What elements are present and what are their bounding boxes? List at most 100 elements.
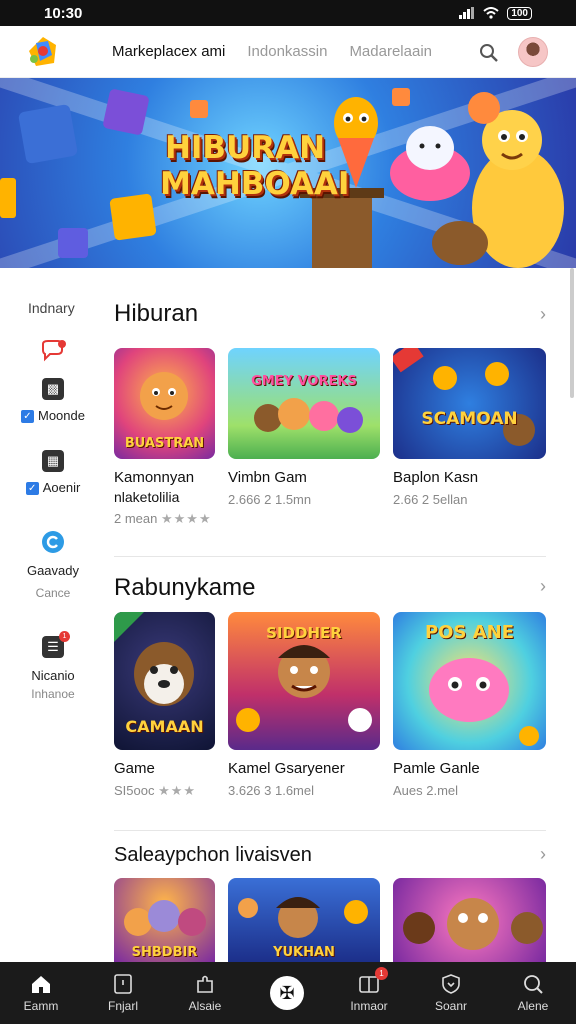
- card-meta-text: SI5ooc: [114, 783, 155, 798]
- center-action-icon[interactable]: ✠: [270, 976, 304, 1010]
- home-icon: [32, 976, 50, 993]
- game-card[interactable]: YUKHAN: [228, 878, 380, 962]
- thumbnail-label: SIDDHER: [266, 624, 342, 642]
- bottom-nav-label: Fnjarl: [107, 999, 138, 1013]
- status-icons: 100: [459, 6, 532, 20]
- chat-bubble-icon: [42, 340, 66, 362]
- game-card[interactable]: SIDDHER Kamel Gsaryener 3.626 3 1.6mel: [228, 612, 380, 798]
- section-title: Rabunykame: [114, 574, 256, 601]
- sidebar-item-nicanio[interactable]: ☰ 1 Nicanio Inhanoe: [0, 631, 106, 701]
- game-thumbnail[interactable]: [393, 878, 546, 962]
- nav-tab-indonkassin[interactable]: Indonkassin: [247, 43, 327, 60]
- card-title: Vimbn Gam: [228, 469, 307, 486]
- sidebar-item-moonde[interactable]: ▩ ✓ Moonde: [0, 378, 106, 424]
- game-thumbnail[interactable]: GMEY VOREKS: [228, 348, 380, 459]
- card-title: Kamel Gsaryener: [228, 760, 345, 777]
- sidebar-item-sublabel: Inhanoe: [31, 687, 75, 701]
- bottom-nav-home[interactable]: Eamm: [0, 962, 82, 1024]
- notification-badge: 1: [59, 631, 70, 642]
- thumbnail-label: YUKHAN: [273, 945, 335, 960]
- section-divider: [114, 556, 546, 557]
- thumbnail-label: SCAMOAN: [421, 409, 518, 429]
- card-subtitle: nlaketolilia: [114, 489, 180, 505]
- search-icon: [524, 975, 543, 994]
- status-time: 10:30: [44, 4, 83, 22]
- character-illustration: [254, 398, 363, 433]
- sidebar-item-chat[interactable]: [0, 340, 106, 365]
- shield-icon: [442, 974, 460, 994]
- card-meta: 2.666 2 1.5mn: [228, 492, 312, 507]
- chevron-right-icon[interactable]: ›: [540, 844, 546, 865]
- card-meta: 3.626 3 1.6mel: [228, 783, 315, 798]
- app-logo-icon[interactable]: [26, 35, 60, 69]
- game-thumbnail[interactable]: YUKHAN: [228, 878, 380, 962]
- game-card[interactable]: SCAMOAN Baplon Kasn 2.66 2 5ellan: [393, 348, 546, 507]
- bottom-nav-saved[interactable]: Soanr: [410, 962, 492, 1024]
- sidebar-item-aoenir[interactable]: ▦ ✓ Aoenir: [0, 450, 106, 496]
- sidebar-item-label: Moonde: [38, 408, 85, 423]
- bottom-nav-inbox[interactable]: 1 Inmaor: [328, 962, 410, 1024]
- game-thumbnail[interactable]: BUASTRAN: [114, 348, 215, 459]
- user-avatar[interactable]: [518, 37, 548, 67]
- section-title: Hiburan: [114, 300, 199, 327]
- card-icon: [114, 974, 132, 994]
- bottom-nav-label: Soanr: [434, 999, 468, 1013]
- notification-badge: 1: [375, 967, 388, 980]
- game-thumbnail[interactable]: SCAMOAN: [393, 348, 546, 459]
- sidebar-item-label: Gaavady: [26, 563, 80, 578]
- bag-icon: ▩: [42, 378, 64, 400]
- card-meta-text: 2 mean: [114, 511, 158, 526]
- bottom-nav-center[interactable]: ✠: [246, 962, 328, 1024]
- game-card[interactable]: BUASTRAN Kamonnyan nlaketolilia 2 mean ★…: [114, 348, 215, 527]
- game-thumbnail[interactable]: SIDDHER: [228, 612, 380, 750]
- chevron-right-icon[interactable]: ›: [540, 576, 546, 597]
- signal-icon: [459, 7, 475, 19]
- game-card[interactable]: CAMAAN Game SI5ooc ★★★: [114, 612, 215, 799]
- chevron-right-icon[interactable]: ›: [540, 304, 546, 325]
- game-thumbnail[interactable]: CAMAAN: [114, 612, 215, 750]
- rating-stars-icon: ★★★: [158, 783, 197, 798]
- game-card[interactable]: GMEY VOREKS Vimbn Gam 2.666 2 1.5mn: [228, 348, 380, 507]
- game-thumbnail[interactable]: SHBDBIR: [114, 878, 215, 962]
- thumbnail-label: POS ANE: [424, 622, 514, 643]
- game-card[interactable]: POS ANE Pamle Ganle Aues 2.mel: [393, 612, 546, 798]
- game-card[interactable]: [393, 878, 546, 962]
- card-title: Pamle Ganle: [393, 760, 480, 777]
- bottom-nav-label: Alene: [517, 999, 549, 1013]
- thumbnail-label: CAMAAN: [125, 717, 204, 736]
- card-title: Game: [114, 760, 155, 777]
- bottom-nav-games[interactable]: Alsaie: [164, 962, 246, 1024]
- character-illustration: [403, 898, 543, 950]
- card-meta: 2 mean ★★★★: [114, 511, 215, 527]
- hero-banner[interactable]: HIBURAN MAHBOAAI: [0, 78, 576, 268]
- sidebar: Indnary ▩ ✓ Moonde ▦ ✓ Aoenir Gaavady Canc…: [0, 280, 106, 960]
- hero-title: HIBURAN MAHBOAAI: [160, 130, 350, 202]
- thumbnail-label: GMEY VOREKS: [251, 374, 357, 389]
- refresh-icon: [42, 531, 64, 553]
- section-divider: [114, 830, 546, 831]
- game-card[interactable]: SHBDBIR: [114, 878, 215, 962]
- thumbnail-label: BUASTRAN: [124, 436, 205, 451]
- nav-tab-madarelaain[interactable]: Madarelaain: [349, 43, 432, 60]
- sidebar-heading: Indnary: [28, 300, 75, 316]
- checkbox-checked-icon[interactable]: ✓: [25, 482, 39, 496]
- bottom-nav-library[interactable]: Fnjarl: [82, 962, 164, 1024]
- sidebar-item-label: Nicanio: [31, 668, 75, 683]
- card-meta: SI5ooc ★★★: [114, 783, 215, 799]
- store-icon: ▦: [42, 450, 64, 472]
- nav-tab-marketplace[interactable]: Markeplacex ami: [112, 43, 225, 60]
- sidebar-item-sublabel: Cance: [35, 586, 71, 600]
- sidebar-item-gaavady[interactable]: Gaavady Cance: [0, 530, 106, 600]
- top-navigation: Markeplacex ami Indonkassin Madarelaain: [0, 26, 576, 78]
- search-icon[interactable]: [478, 42, 500, 64]
- rating-stars-icon: ★★★★: [161, 511, 212, 526]
- checkbox-checked-icon[interactable]: ✓: [21, 410, 34, 424]
- scrollbar[interactable]: [570, 268, 574, 398]
- game-thumbnail[interactable]: POS ANE: [393, 612, 546, 750]
- bottom-navigation: Eamm Fnjarl Alsaie ✠ 1 Inmaor Soanr Alen…: [0, 962, 576, 1024]
- character-illustration: [393, 348, 535, 446]
- card-title: Kamonnyan: [114, 469, 195, 486]
- bottom-nav-search[interactable]: Alene: [492, 962, 574, 1024]
- book-icon: 1: [358, 967, 388, 995]
- thumbnail-label: SHBDBIR: [131, 945, 198, 960]
